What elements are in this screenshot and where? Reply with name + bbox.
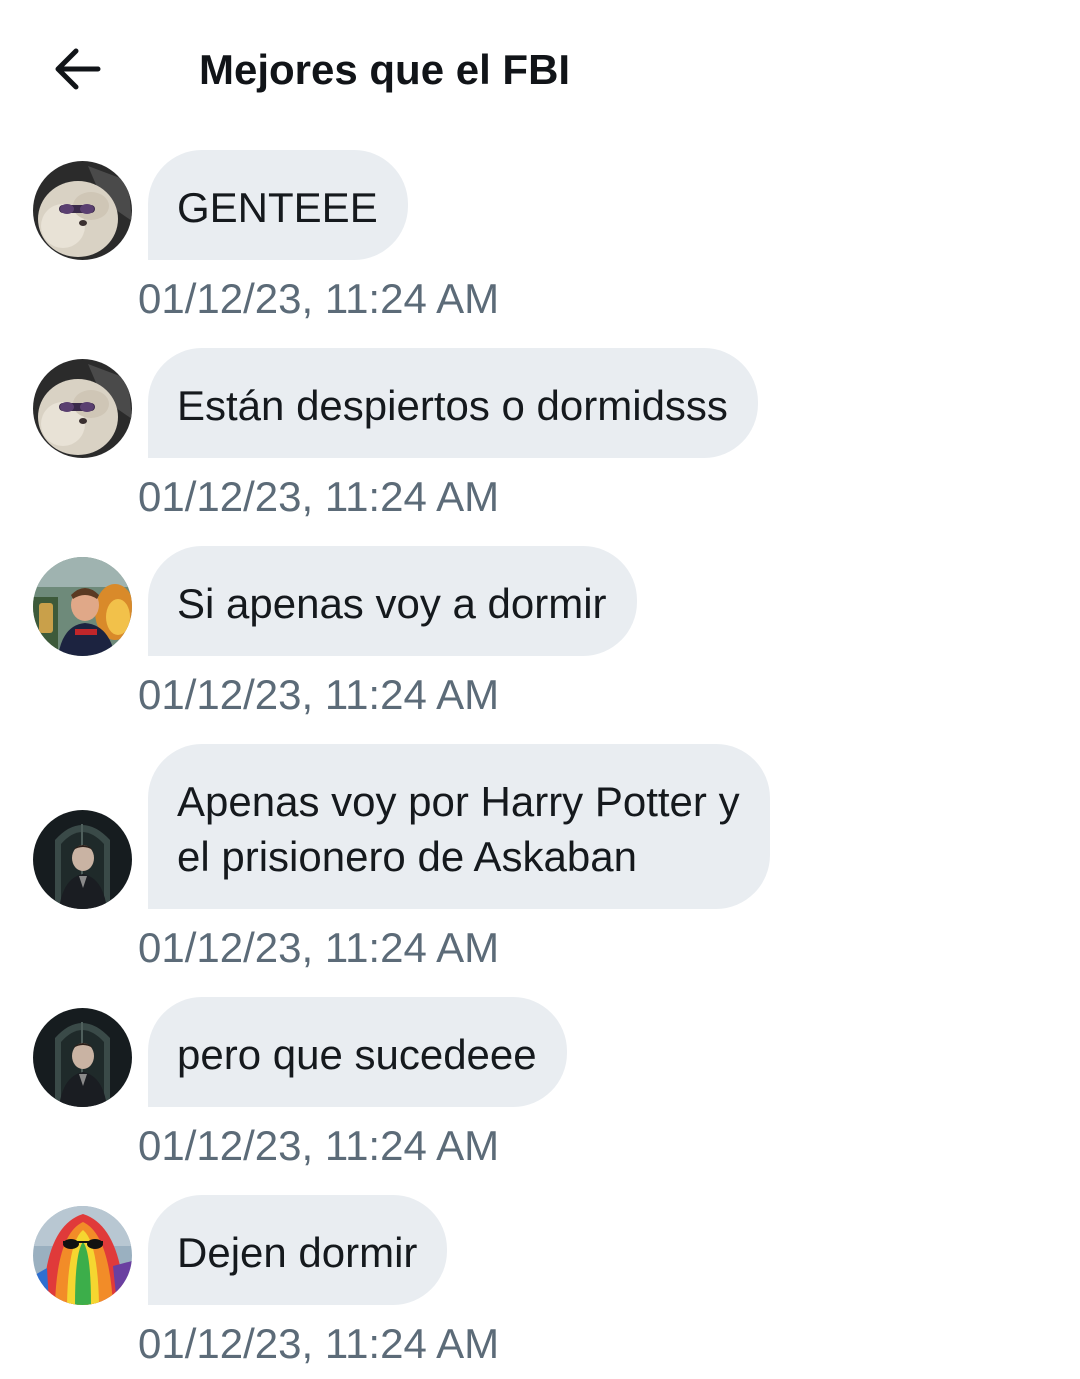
message-timestamp: 01/12/23, 11:24 AM — [138, 1122, 500, 1169]
white-dog-avatar-image — [33, 359, 132, 458]
message-timestamp: 01/12/23, 11:24 AM — [138, 275, 500, 322]
message-bubble[interactable]: GENTEEE — [148, 150, 408, 260]
arrow-left-icon — [52, 47, 102, 96]
message-bubble[interactable]: Están despiertos o dormidsss — [148, 348, 758, 458]
message-bubble[interactable]: Dejen dormir — [148, 1195, 448, 1305]
message-bubble[interactable]: pero que sucedeee — [148, 997, 567, 1107]
avatar[interactable] — [33, 1008, 132, 1107]
message-text-line: Apenas voy por Harry Potter y — [177, 778, 740, 825]
message-timestamp: 01/12/23, 11:24 AM — [138, 473, 500, 520]
avatar[interactable] — [33, 1206, 132, 1305]
boy-gothic-avatar-image — [33, 810, 132, 909]
message-bubble[interactable]: Si apenas voy a dormir — [148, 546, 637, 656]
message-text-line: el prisionero de Askaban — [177, 833, 637, 880]
message-timestamp: 01/12/23, 11:24 AM — [138, 1320, 500, 1367]
avatar[interactable] — [33, 810, 132, 909]
avatar[interactable] — [33, 359, 132, 458]
back-button[interactable] — [50, 44, 104, 98]
avatar[interactable] — [33, 161, 132, 260]
message-bubble[interactable]: Apenas voy por Harry Potter y el prision… — [148, 744, 770, 909]
boy-gothic-avatar-image — [33, 1008, 132, 1107]
man-selfie-avatar-image — [33, 557, 132, 656]
avatar[interactable] — [33, 557, 132, 656]
chat-header: Mejores que el FBI — [0, 0, 1080, 140]
message-timestamp: 01/12/23, 11:24 AM — [138, 671, 500, 718]
white-dog-avatar-image — [33, 161, 132, 260]
chat-title: Mejores que el FBI — [199, 46, 571, 93]
message-timestamp: 01/12/23, 11:24 AM — [138, 924, 500, 971]
rainbow-ghost-avatar-image — [33, 1206, 132, 1305]
